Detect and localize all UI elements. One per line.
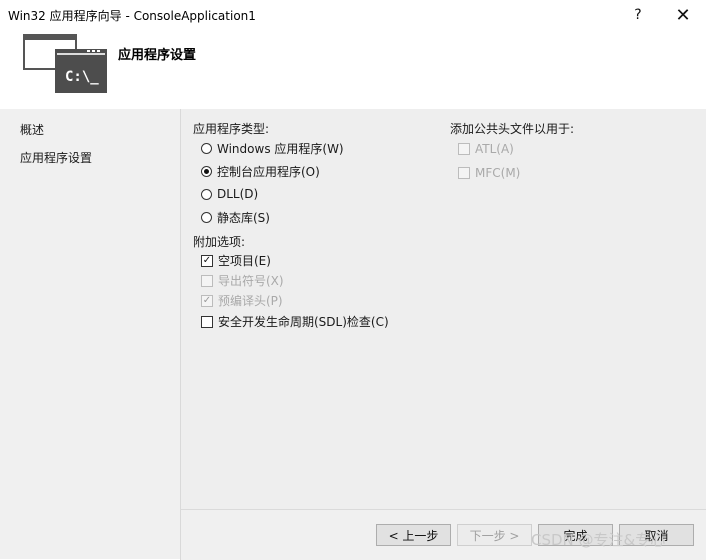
checkbox-mfc: MFC(M): [458, 166, 520, 180]
checkbox: [201, 274, 213, 287]
help-button[interactable]: ?: [616, 0, 660, 30]
close-button[interactable]: ✕: [661, 0, 705, 30]
checkbox-label: MFC(M): [475, 166, 521, 180]
back-button[interactable]: < 上一步: [376, 524, 451, 546]
wizard-body: 概述 应用程序设置 应用程序类型: Windows 应用程序(W) 控制台应用程…: [0, 109, 706, 560]
checkbox: [458, 167, 470, 179]
radio-button[interactable]: [201, 143, 212, 154]
checkbox-label: 空项目(E): [218, 254, 271, 268]
additional-options-label: 附加选项:: [193, 235, 246, 249]
checkbox: [458, 143, 470, 155]
next-button[interactable]: 下一步 >: [457, 524, 532, 546]
radio-label: DLL(D): [217, 187, 259, 201]
checkbox-empty-project[interactable]: ✓ 空项目(E): [201, 252, 271, 269]
checkbox[interactable]: ✓: [201, 254, 213, 267]
radio-label: 控制台应用程序(O): [217, 165, 320, 179]
sidebar-item-app-settings[interactable]: 应用程序设置: [20, 149, 92, 166]
radio-console-app[interactable]: 控制台应用程序(O): [201, 163, 320, 180]
title-bar: Win32 应用程序向导 - ConsoleApplication1 ? ✕: [0, 0, 706, 30]
checkbox-precompiled-header: ✓ 预编译头(P): [201, 292, 283, 309]
wizard-sidebar: 概述 应用程序设置: [0, 109, 178, 559]
checkbox-sdl-checks[interactable]: 安全开发生命周期(SDL)检查(C): [201, 313, 389, 330]
radio-button[interactable]: [201, 188, 212, 200]
radio-label: Windows 应用程序(W): [217, 142, 344, 156]
checkbox-atl: ATL(A): [458, 142, 514, 156]
watermark: CSDN @专注&专心: [531, 531, 666, 549]
settings-panel: 应用程序类型: Windows 应用程序(W) 控制台应用程序(O) DLL(D…: [180, 109, 706, 509]
icon-prompt-text: C:\_: [65, 69, 99, 85]
checkbox[interactable]: [201, 315, 213, 328]
checkbox-label: 预编译头(P): [218, 294, 283, 308]
page-title: 应用程序设置: [118, 48, 197, 63]
checkbox-label: ATL(A): [475, 142, 514, 156]
radio-label: 静态库(S): [217, 211, 270, 225]
radio-windows-app[interactable]: Windows 应用程序(W): [201, 140, 344, 157]
checkbox-label: 导出符号(X): [218, 274, 284, 288]
radio-button[interactable]: [201, 166, 212, 177]
app-type-label: 应用程序类型:: [193, 122, 270, 136]
sidebar-item-overview[interactable]: 概述: [20, 121, 44, 138]
wizard-header: C:\_ 应用程序设置: [0, 30, 706, 109]
checkbox: ✓: [201, 294, 213, 307]
console-app-icon: C:\_: [23, 34, 107, 93]
checkbox-label: 安全开发生命周期(SDL)检查(C): [218, 315, 389, 329]
checkbox-export-symbols: 导出符号(X): [201, 272, 284, 289]
radio-static-lib[interactable]: 静态库(S): [201, 209, 270, 226]
common-headers-label: 添加公共头文件以用于:: [450, 122, 575, 136]
radio-dll[interactable]: DLL(D): [201, 187, 258, 201]
window-title: Win32 应用程序向导 - ConsoleApplication1: [8, 9, 256, 23]
radio-button[interactable]: [201, 212, 212, 223]
